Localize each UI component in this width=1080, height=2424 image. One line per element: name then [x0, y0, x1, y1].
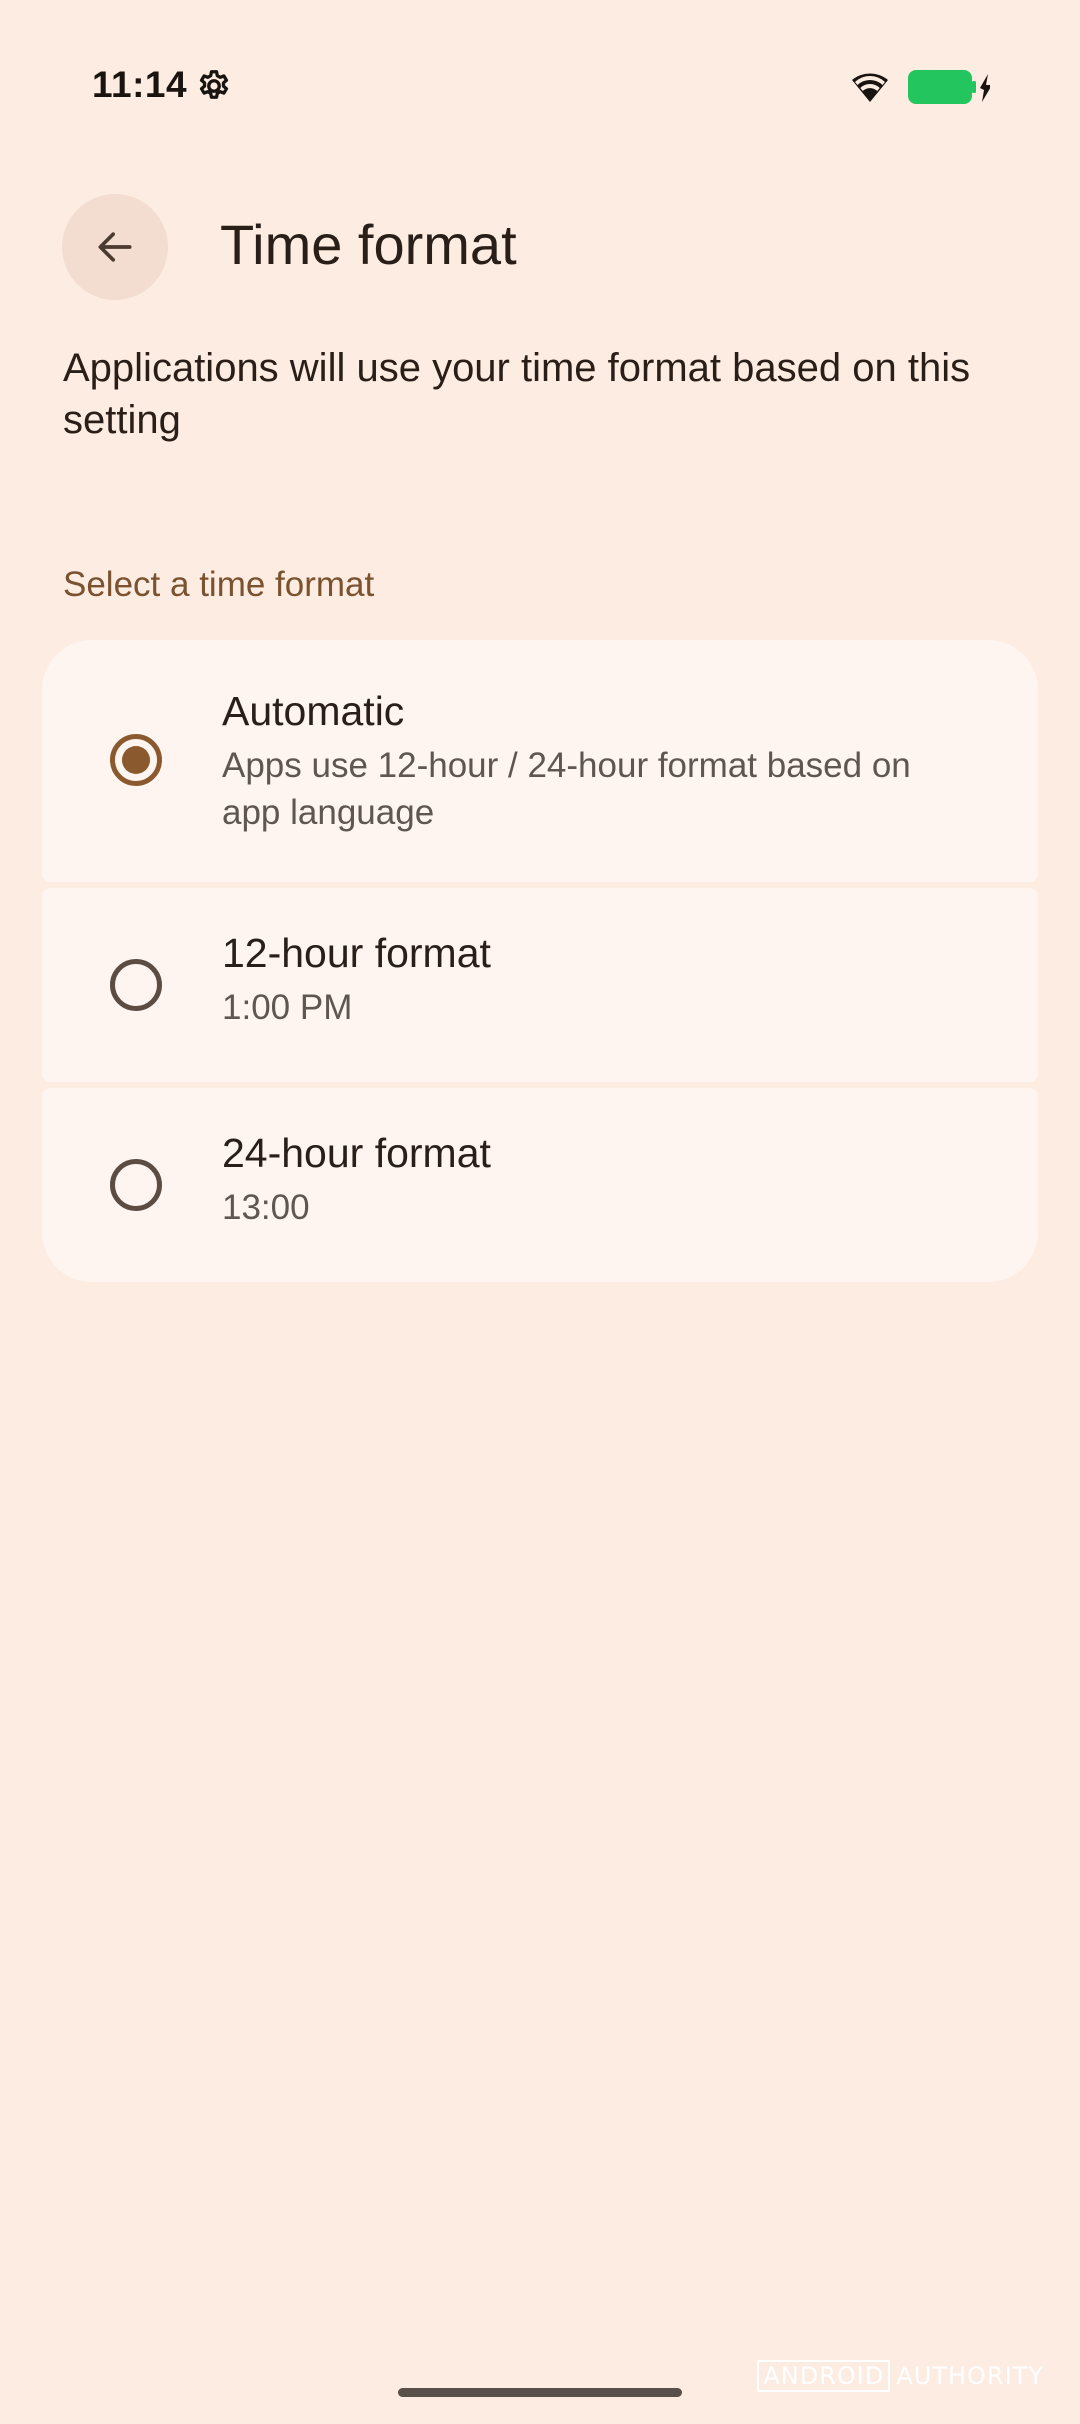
option-24-hour[interactable]: 24-hour format 13:00	[42, 1088, 1038, 1282]
option-12-hour[interactable]: 12-hour format 1:00 PM	[42, 888, 1038, 1082]
option-subtitle: 1:00 PM	[222, 988, 353, 1027]
time-format-options: Automatic Apps use 12-hour / 24-hour for…	[42, 640, 1038, 1282]
back-button[interactable]	[62, 194, 168, 300]
gesture-navigation-bar[interactable]	[398, 2388, 682, 2397]
section-header: Select a time format	[63, 565, 375, 604]
battery-charging-icon	[908, 70, 992, 104]
page-title: Time format	[220, 213, 517, 276]
option-text: Automatic Apps use 12-hour / 24-hour for…	[222, 684, 978, 836]
option-title: 12-hour format	[222, 930, 491, 976]
status-bar: 11:14	[0, 0, 1080, 130]
wifi-icon	[848, 68, 892, 104]
option-text: 12-hour format 1:00 PM	[222, 926, 978, 1031]
gear-icon	[196, 68, 232, 104]
option-title: 24-hour format	[222, 1130, 491, 1176]
page-description: Applications will use your time format b…	[63, 346, 971, 442]
option-title: Automatic	[222, 688, 405, 734]
radio-button[interactable]	[110, 1159, 162, 1211]
option-automatic[interactable]: Automatic Apps use 12-hour / 24-hour for…	[42, 640, 1038, 882]
watermark: ANDROID AUTHORITY	[757, 2360, 1044, 2392]
radio-button-selected[interactable]	[110, 734, 162, 786]
option-subtitle: Apps use 12-hour / 24-hour format based …	[222, 746, 911, 832]
radio-button[interactable]	[110, 959, 162, 1011]
watermark-part1: ANDROID	[757, 2360, 891, 2392]
option-subtitle: 13:00	[222, 1188, 310, 1227]
status-time: 11:14	[92, 64, 188, 105]
arrow-back-icon	[98, 232, 132, 262]
watermark-part2: AUTHORITY	[896, 2362, 1044, 2390]
option-text: 24-hour format 13:00	[222, 1126, 978, 1231]
